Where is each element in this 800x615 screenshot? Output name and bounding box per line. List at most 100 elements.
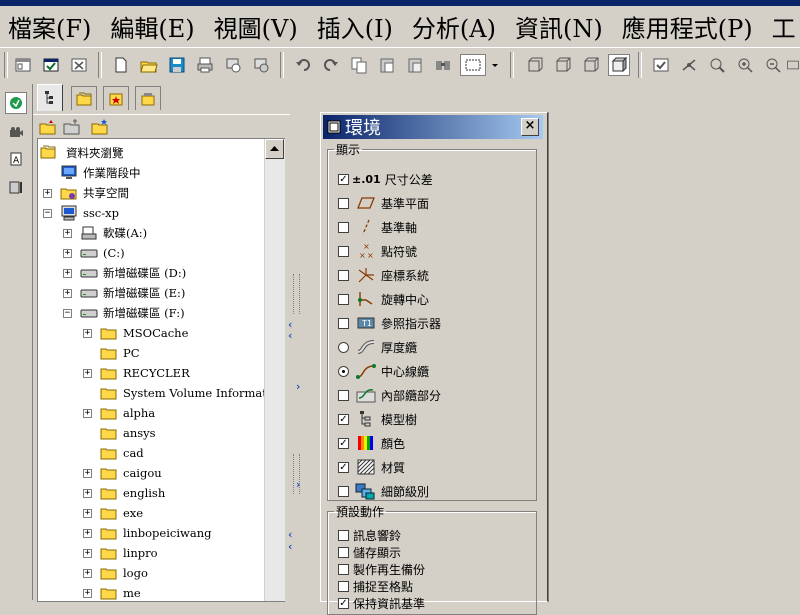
window-close-icon[interactable]	[68, 54, 90, 76]
expand-icon[interactable]: +	[83, 369, 92, 378]
expand-icon[interactable]: +	[63, 289, 72, 298]
display-option-model-tree[interactable]: ✓ 模型樹	[338, 408, 417, 430]
display-option-datum-plane[interactable]: 基準平面	[338, 192, 429, 214]
spin-center-icon[interactable]	[678, 54, 700, 76]
checkbox[interactable]	[338, 221, 349, 233]
select-box-icon[interactable]	[460, 54, 486, 76]
tree-item-system-volume-information[interactable]: System Volume Information	[100, 383, 285, 403]
folder-tree[interactable]: 資料夾瀏覽 作業階段中 + 共享空間 − ssc-xp + 軟碟(A:) + (C:) + 新增磁碟…	[37, 138, 285, 602]
checkbox[interactable]	[338, 547, 349, 558]
folder-new-icon[interactable]	[61, 116, 83, 138]
tree-item-monitor[interactable]: 作業階段中	[60, 163, 141, 183]
display-option-internal-cable[interactable]: 內部纜部分	[338, 384, 441, 406]
display-option-datum-axis[interactable]: 基準軸	[338, 216, 417, 238]
display-option-point-symbol[interactable]: × × × 點符號	[338, 240, 417, 262]
checkbox[interactable]	[338, 485, 349, 497]
paste-icon[interactable]	[376, 54, 398, 76]
display-option-ref-designator[interactable]: T1 參照指示器	[338, 312, 441, 334]
find-icon[interactable]	[432, 54, 454, 76]
checkbox[interactable]	[338, 293, 349, 305]
camera-icon[interactable]	[5, 122, 27, 144]
display-option-csys[interactable]: 座標系統	[338, 264, 429, 286]
tree-item-logo[interactable]: logo	[100, 563, 148, 583]
tree-item-computer[interactable]: ssc-xp	[60, 203, 119, 223]
checkbox[interactable]	[338, 389, 349, 401]
expand-icon[interactable]: +	[43, 189, 52, 198]
radio-button[interactable]	[338, 365, 349, 377]
default-action-option[interactable]: 訊息響鈴	[338, 527, 401, 544]
tree-item-pc[interactable]: PC	[100, 343, 140, 363]
default-action-option[interactable]: 捕捉至格點	[338, 578, 413, 595]
menu-analysis[interactable]: 分析(A)	[402, 9, 505, 44]
repaint-icon[interactable]	[524, 54, 546, 76]
checkbox[interactable]: ✓	[338, 173, 349, 185]
redo-icon[interactable]	[320, 54, 342, 76]
tree-item-ansys[interactable]: ansys	[100, 423, 156, 443]
dialog-titlebar[interactable]: 環境 ×	[323, 115, 543, 139]
tree-item-recycler[interactable]: RECYCLER	[100, 363, 190, 383]
radio-button[interactable]	[338, 341, 349, 353]
expand-icon[interactable]: +	[83, 589, 92, 598]
expand-right-arrow-icon[interactable]: ›	[296, 478, 300, 491]
collapse-left-arrow-icon[interactable]: ‹	[288, 329, 292, 342]
checkbox[interactable]	[338, 530, 349, 541]
fit-icon[interactable]	[786, 54, 800, 76]
save-icon[interactable]	[166, 54, 188, 76]
display-option-colors[interactable]: ✓ 顏色	[338, 432, 405, 454]
tree-item-caigou[interactable]: caigou	[100, 463, 162, 483]
tree-item-alpha[interactable]: alpha	[100, 403, 155, 423]
tree-item-me[interactable]: me	[100, 583, 141, 601]
menu-view[interactable]: 視圖(V)	[204, 9, 307, 44]
tab-model-tree[interactable]	[37, 84, 63, 111]
tree-item-drive[interactable]: 新增磁碟區 (E:)	[80, 283, 185, 303]
expand-icon[interactable]: +	[83, 509, 92, 518]
default-action-option[interactable]: 製作再生備份	[338, 561, 425, 578]
checkbox[interactable]	[338, 564, 349, 575]
tree-item-shared[interactable]: 共享空間	[60, 183, 129, 203]
checkbox[interactable]	[338, 581, 349, 592]
tree-item-msocache[interactable]: MSOCache	[100, 323, 188, 343]
tree-item-drive[interactable]: 新增磁碟區 (F:)	[80, 303, 185, 323]
menu-insert[interactable]: 插入(I)	[307, 9, 402, 44]
expand-icon[interactable]: +	[83, 489, 92, 498]
tree-item-linpro[interactable]: linpro	[100, 543, 158, 563]
default-action-option[interactable]: 儲存顯示	[338, 544, 401, 561]
collapse-icon[interactable]: −	[63, 309, 72, 318]
tab-favorites[interactable]	[103, 86, 129, 110]
favorites-icon[interactable]	[5, 176, 27, 198]
new-icon[interactable]	[110, 54, 132, 76]
tree-item-drive[interactable]: (C:)	[80, 243, 125, 263]
tree-item-floppy[interactable]: 軟碟(A:)	[80, 223, 147, 243]
display-option-centerline-cable[interactable]: 中心線纜	[338, 360, 429, 382]
paste-special-icon[interactable]	[404, 54, 426, 76]
undo-icon[interactable]	[292, 54, 314, 76]
menu-edit[interactable]: 編輯(E)	[100, 9, 203, 44]
tree-scrollbar[interactable]	[264, 139, 285, 601]
expand-icon[interactable]: +	[83, 329, 92, 338]
zoom-in-icon[interactable]	[734, 54, 756, 76]
tree-root[interactable]: 資料夾瀏覽	[40, 143, 124, 163]
checkbox[interactable]	[338, 317, 349, 329]
navigator-splitter[interactable]: ‹ ‹ › › ‹ ‹	[288, 84, 302, 600]
open-icon[interactable]	[138, 54, 160, 76]
checkbox[interactable]	[338, 245, 349, 257]
orient-icon[interactable]	[706, 54, 728, 76]
window-icon[interactable]	[12, 54, 34, 76]
backup-icon[interactable]	[250, 54, 272, 76]
display-option-tolerance[interactable]: ✓ ±.01 尺寸公差	[338, 168, 433, 190]
menu-file[interactable]: 檔案(F)	[0, 9, 100, 44]
expand-icon[interactable]: +	[83, 409, 92, 418]
collapse-icon[interactable]: −	[43, 209, 52, 218]
regenerate-icon[interactable]	[650, 54, 672, 76]
window-activate-icon[interactable]	[40, 54, 62, 76]
layer-icon[interactable]: A	[5, 148, 27, 170]
print-icon[interactable]	[194, 54, 216, 76]
expand-icon[interactable]: +	[63, 229, 72, 238]
scroll-up-arrow-icon[interactable]	[265, 139, 284, 159]
default-action-option[interactable]: ✓ 保持資訊基準	[338, 595, 425, 612]
wireframe-icon[interactable]	[552, 54, 574, 76]
expand-icon[interactable]: +	[83, 529, 92, 538]
expand-icon[interactable]: +	[63, 249, 72, 258]
copy-icon[interactable]	[348, 54, 370, 76]
zoom-out-icon[interactable]	[762, 54, 784, 76]
